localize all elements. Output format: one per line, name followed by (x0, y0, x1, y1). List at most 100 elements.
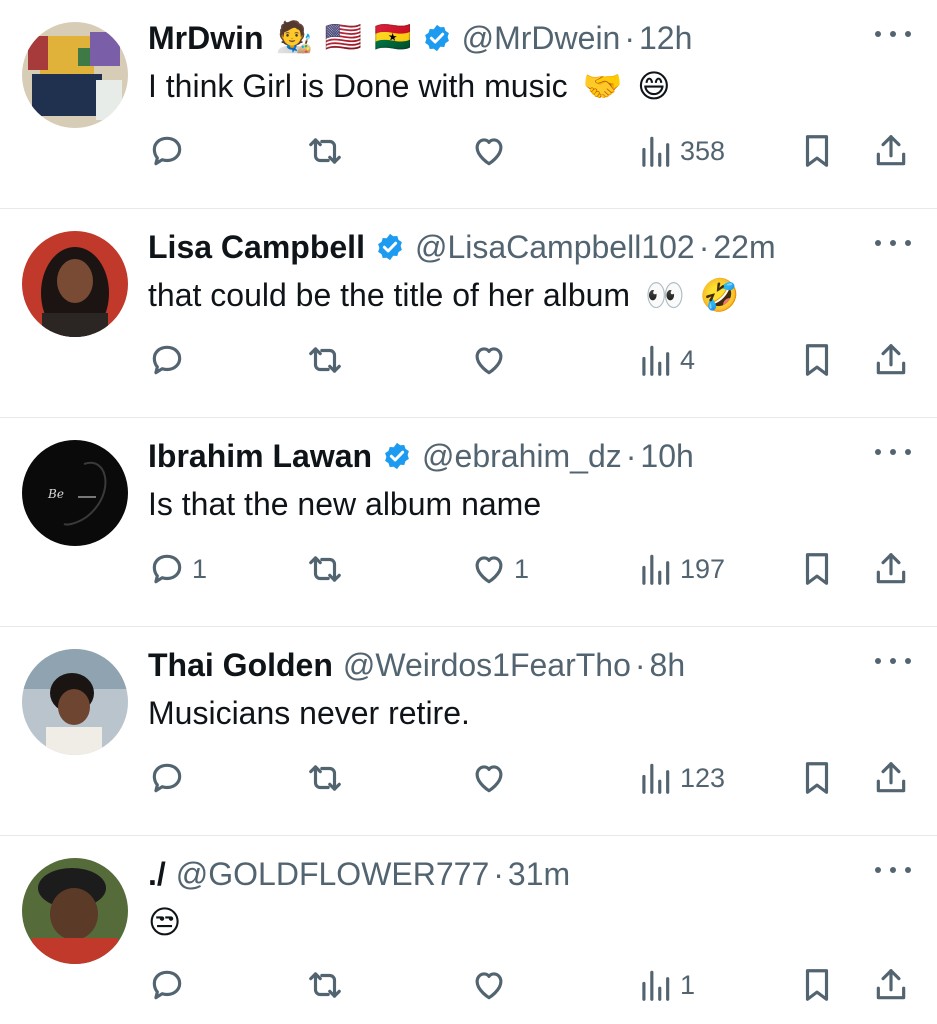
retweet-button[interactable] (306, 960, 350, 1010)
reply-icon (152, 554, 182, 584)
more-options-icon[interactable] (875, 22, 911, 46)
tweet-text-body: I think Girl is Done with music (148, 68, 568, 104)
share-button[interactable] (872, 960, 910, 1010)
display-name[interactable]: Lisa Campbell (148, 229, 365, 266)
retweet-button[interactable] (306, 544, 350, 594)
retweet-button[interactable] (306, 753, 350, 803)
reply-button[interactable] (148, 126, 192, 176)
retweet-icon (309, 972, 341, 998)
share-button[interactable] (872, 126, 910, 176)
rofl-emoji: 🤣 (699, 277, 740, 313)
like-button[interactable] (470, 126, 514, 176)
svg-text:Be: Be (47, 487, 64, 501)
user-handle[interactable]: @MrDwein (462, 20, 621, 57)
bookmark-button[interactable] (798, 753, 836, 803)
user-handle[interactable]: @Weirdos1FearTho (343, 647, 631, 684)
timestamp[interactable]: 10h (640, 438, 693, 475)
avatar[interactable]: Be (22, 440, 128, 546)
avatar[interactable] (22, 649, 128, 755)
user-handle[interactable]: @GOLDFLOWER777 (176, 856, 489, 893)
views-button[interactable]: 123 (636, 753, 725, 803)
verified-badge-icon (422, 23, 452, 53)
display-name[interactable]: Thai Golden (148, 647, 333, 684)
views-count: 358 (680, 135, 726, 166)
more-options-icon[interactable] (875, 231, 911, 255)
tweet[interactable]: ./ @GOLDFLOWER777 · 31m 😒 1 (0, 836, 937, 1024)
tweet[interactable]: MrDwin 🧑‍🎨 🇺🇸 🇬🇭 @MrDwein · 12h I think … (0, 0, 937, 209)
user-handle[interactable]: @LisaCampbell102 (415, 229, 695, 266)
analytics-icon (642, 970, 670, 1001)
avatar[interactable] (22, 858, 128, 964)
heart-icon (475, 765, 503, 793)
timestamp[interactable]: 22m (713, 229, 775, 266)
bookmark-button[interactable] (798, 126, 836, 176)
tweet-actions: 1 1 197 (148, 544, 911, 594)
unamused-emoji: 😒 (148, 904, 182, 940)
more-options-icon[interactable] (875, 858, 911, 882)
tweet[interactable]: Lisa Campbell @LisaCampbell102 · 22m tha… (0, 209, 937, 418)
share-button[interactable] (872, 335, 910, 385)
tweet-actions: 358 (148, 126, 911, 176)
display-name[interactable]: MrDwin (148, 20, 264, 57)
tweet-text-body: that could be the title of her album (148, 277, 631, 313)
share-icon (876, 135, 906, 166)
grin-emoji: 😄 (637, 68, 671, 104)
views-button[interactable]: 4 (636, 335, 695, 385)
analytics-icon (642, 345, 670, 376)
share-button[interactable] (872, 544, 910, 594)
tweet[interactable]: Be Ibrahim Lawan @ebrahim_dz · 10h Is th… (0, 418, 937, 627)
avatar[interactable] (22, 22, 128, 128)
reply-icon (152, 345, 182, 375)
reply-button[interactable] (148, 753, 192, 803)
bookmark-icon (805, 762, 829, 794)
verified-badge-icon (375, 232, 405, 262)
timestamp[interactable]: 8h (650, 647, 686, 684)
timestamp[interactable]: 31m (508, 856, 570, 893)
bookmark-icon (805, 344, 829, 376)
display-name[interactable]: ./ (148, 856, 166, 893)
tweet[interactable]: Thai Golden @Weirdos1FearTho · 8h Musici… (0, 627, 937, 836)
bookmark-button[interactable] (798, 335, 836, 385)
analytics-icon (642, 554, 670, 585)
tweet-text: Musicians never retire. (148, 691, 470, 735)
retweet-button[interactable] (306, 126, 350, 176)
more-options-icon[interactable] (875, 649, 911, 673)
us-flag-emoji: 🇺🇸 (324, 21, 363, 54)
like-button[interactable] (470, 960, 514, 1010)
reply-icon (152, 970, 182, 1000)
tweet-text: Is that the new album name (148, 482, 541, 526)
avatar[interactable] (22, 231, 128, 337)
separator-dot: · (625, 437, 637, 474)
retweet-button[interactable] (306, 335, 350, 385)
bookmark-button[interactable] (798, 544, 836, 594)
views-count: 4 (680, 344, 696, 375)
reply-button[interactable] (148, 960, 192, 1010)
reply-button[interactable]: 1 (148, 544, 207, 594)
share-button[interactable] (872, 753, 910, 803)
verified-badge-icon (382, 441, 412, 471)
tweet-text: 😒 (148, 900, 181, 944)
like-button[interactable]: 1 (470, 544, 529, 594)
analytics-icon (642, 136, 670, 167)
tweet-actions: 1 (148, 960, 911, 1010)
separator-dot: · (634, 646, 646, 683)
share-icon (876, 762, 906, 793)
like-button[interactable] (470, 335, 514, 385)
reply-button[interactable] (148, 335, 192, 385)
more-options-icon[interactable] (875, 440, 911, 464)
retweet-icon (309, 347, 341, 373)
reply-count: 1 (192, 553, 208, 584)
ghana-flag-emoji: 🇬🇭 (374, 21, 412, 54)
like-button[interactable] (470, 753, 514, 803)
heart-icon (475, 556, 503, 584)
user-handle[interactable]: @ebrahim_dz (422, 438, 622, 475)
share-icon (876, 553, 906, 584)
views-button[interactable]: 197 (636, 544, 725, 594)
timestamp[interactable]: 12h (639, 20, 692, 57)
display-name[interactable]: Ibrahim Lawan (148, 438, 372, 475)
bookmark-button[interactable] (798, 960, 836, 1010)
views-button[interactable]: 358 (636, 126, 725, 176)
views-button[interactable]: 1 (636, 960, 695, 1010)
tweet-text: that could be the title of her album 👀 🤣 (148, 273, 740, 317)
tweet-actions: 123 (148, 753, 911, 803)
